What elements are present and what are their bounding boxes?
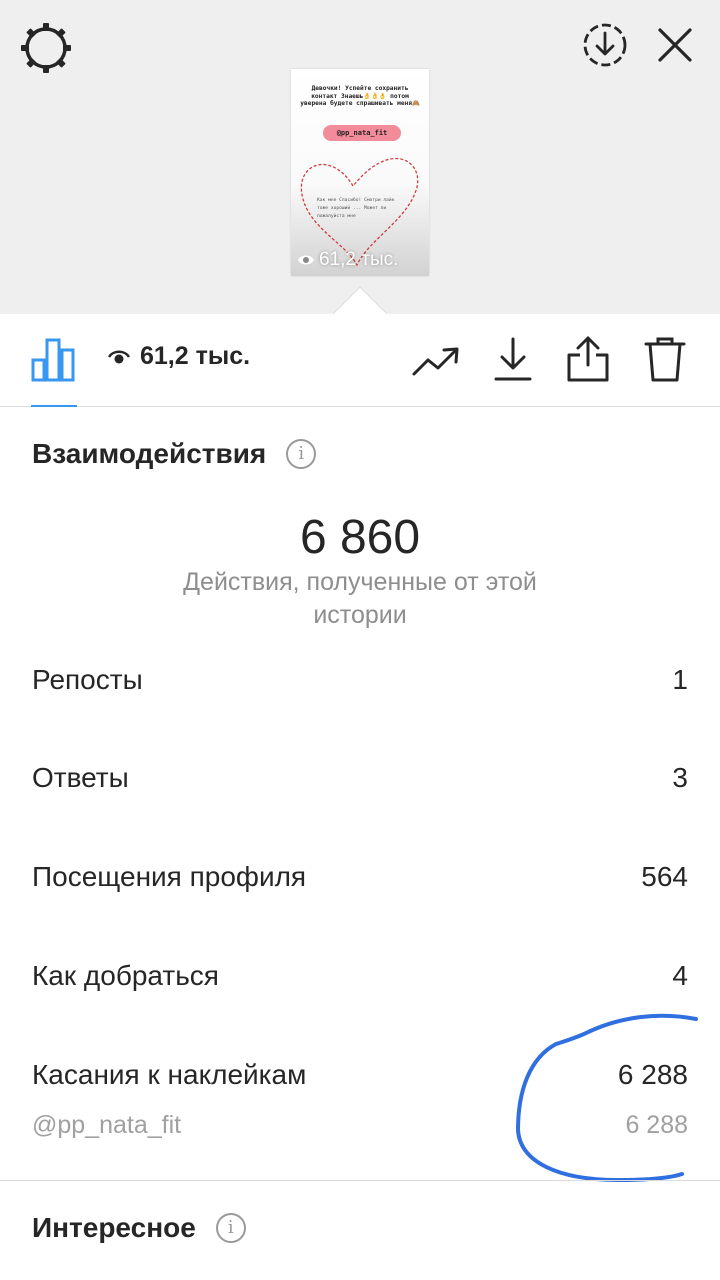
bar-chart-icon <box>31 338 75 382</box>
row-value: 4 <box>672 960 688 991</box>
active-tab-indicator <box>31 405 77 407</box>
save-story-button[interactable] <box>576 16 634 74</box>
row-label: Ответы <box>32 762 129 793</box>
thumbnail-views-count: 61,2 тыс. <box>319 249 399 270</box>
interactions-total: 6 860 <box>299 511 421 564</box>
story-toolbar: 61,2 тыс. <box>0 314 720 407</box>
share-icon <box>567 336 609 382</box>
row-directions: Как добраться 4 <box>32 960 688 992</box>
info-icon[interactable]: i <box>215 1213 246 1243</box>
row-value: 3 <box>672 762 688 793</box>
row-label: Посещения профиля <box>32 861 307 892</box>
row-value: 564 <box>641 861 688 892</box>
row-label: Как добраться <box>32 960 219 991</box>
row-replies: Ответы 3 <box>32 762 688 794</box>
eye-icon <box>298 255 314 265</box>
thumbnail-lines: Как мне Спасибо! Смотри лайк тоже хороши… <box>317 198 395 219</box>
views-count: 61,2 тыс. <box>140 342 251 370</box>
trash-icon <box>644 337 686 382</box>
row-sticker-mention: @pp_nata_fit 6 288 <box>32 1111 688 1140</box>
hand-drawn-circle <box>515 1013 698 1183</box>
settings-button[interactable] <box>14 16 78 80</box>
interactions-title: Взаимодействия <box>32 438 267 469</box>
interactions-header: Взаимодействия i <box>32 438 317 470</box>
row-sticker-taps: Касания к наклейкам 6 288 <box>32 1059 688 1091</box>
interactions-caption: Действия, полученные от этой истории <box>183 568 537 629</box>
sticker-label: @pp_nata_fit <box>32 1111 182 1139</box>
trending-up-icon <box>412 347 459 376</box>
download-icon <box>494 337 532 381</box>
views-summary: 61,2 тыс. <box>108 342 250 371</box>
tab-insights[interactable] <box>28 334 78 384</box>
download-button[interactable] <box>488 334 538 386</box>
story-preview-area: Девочки! Успейте сохранить контакт Знаеш… <box>0 0 720 314</box>
discovery-title: Интересное <box>32 1212 196 1243</box>
delete-button[interactable] <box>640 332 690 386</box>
share-button[interactable] <box>562 332 614 386</box>
row-value: 1 <box>672 664 688 695</box>
row-label: Репосты <box>32 664 143 695</box>
heart-drawing <box>300 157 419 267</box>
sticker-value: 6 288 <box>625 1111 688 1139</box>
story-thumbnail[interactable]: Девочки! Успейте сохранить контакт Знаеш… <box>291 69 429 276</box>
thumbnail-views: 61,2 тыс. <box>297 249 398 271</box>
row-reposts: Репосты 1 <box>32 664 688 696</box>
eye-icon <box>108 350 130 363</box>
section-divider <box>0 1180 720 1181</box>
download-circle-icon <box>583 23 627 67</box>
info-icon[interactable]: i <box>286 439 317 469</box>
discovery-header: Интересное i <box>32 1212 246 1244</box>
row-profile-visits: Посещения профиля 564 <box>32 861 688 893</box>
close-button[interactable] <box>646 16 704 74</box>
row-value: 6 288 <box>617 1059 688 1090</box>
row-label: Касания к наклейкам <box>32 1059 307 1090</box>
promote-button[interactable] <box>408 336 464 386</box>
close-icon <box>658 28 692 62</box>
gear-icon <box>21 23 71 73</box>
